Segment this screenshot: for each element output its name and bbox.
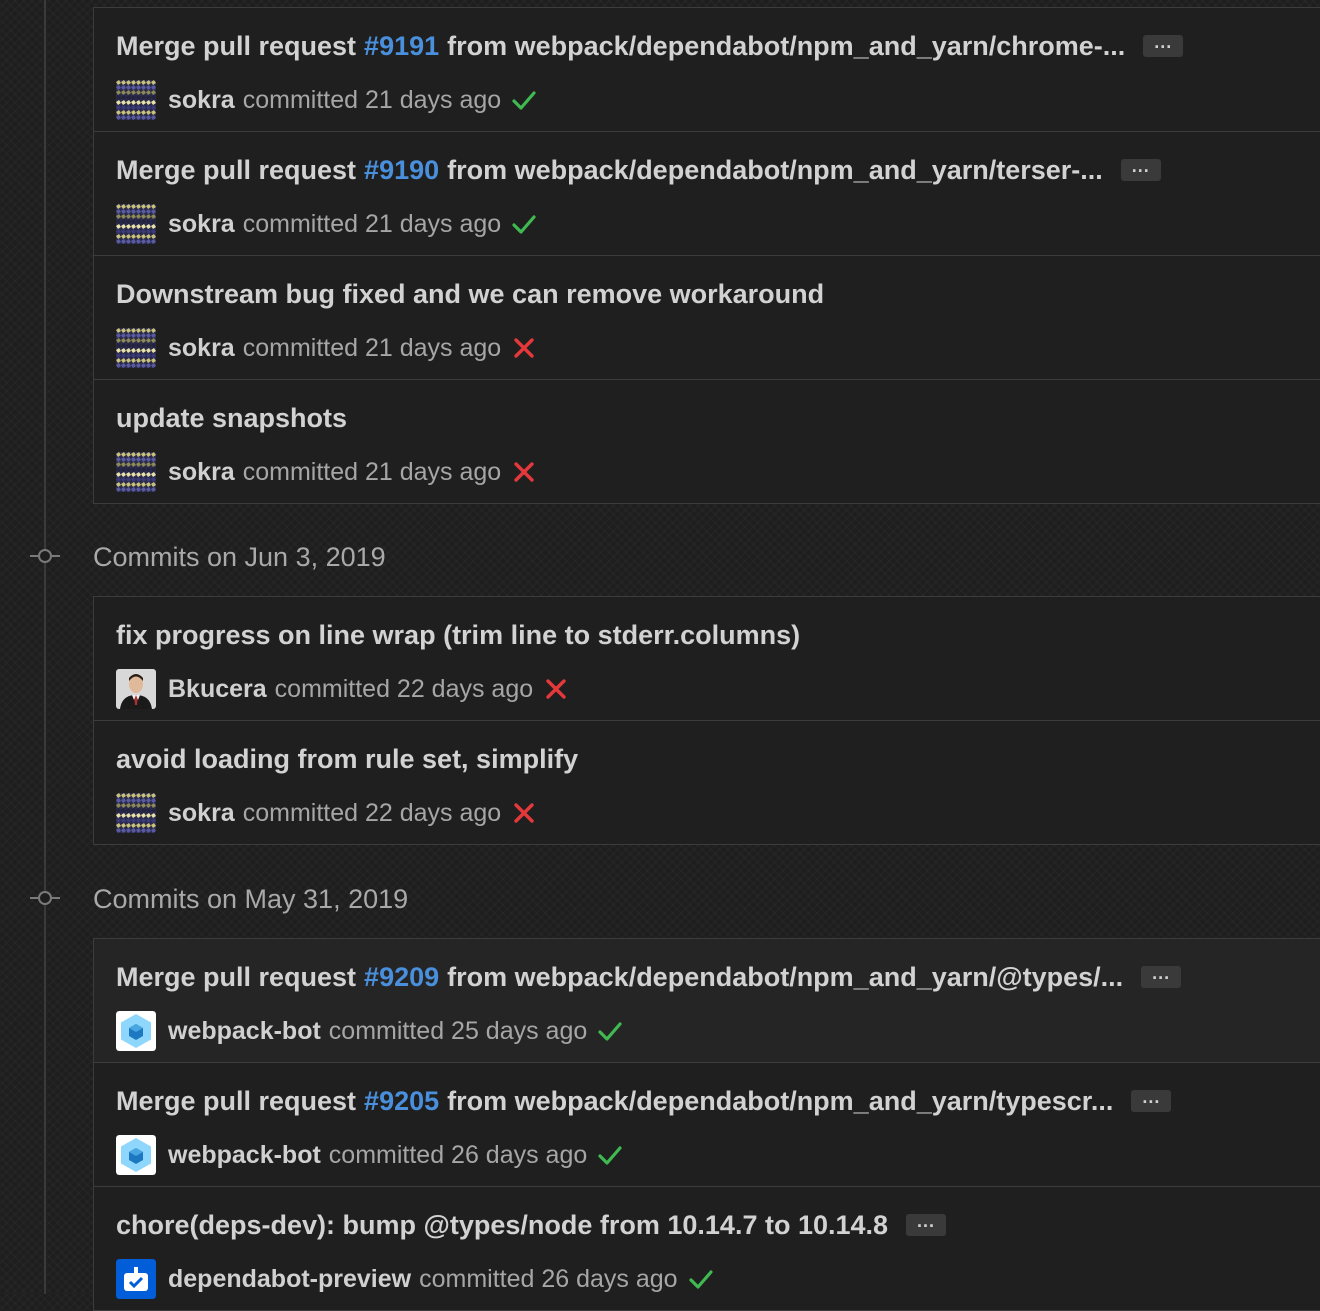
expand-message-button[interactable]: ... <box>906 1212 947 1236</box>
commit-time: committed 21 days ago <box>242 85 502 114</box>
commit-author-link[interactable]: sokra <box>168 334 235 363</box>
commit-author-link[interactable]: sokra <box>168 86 235 115</box>
pull-request-link[interactable]: #9209 <box>364 962 439 993</box>
check-icon[interactable] <box>597 1142 623 1168</box>
commit-author-link[interactable]: webpack-bot <box>168 1141 321 1170</box>
commit-message-link[interactable]: chore(deps-dev): bump @types/node from 1… <box>116 1210 888 1241</box>
commit-item: Merge pull request #9205 from webpack/depe… <box>94 1062 1320 1186</box>
check-icon[interactable] <box>511 87 537 113</box>
pull-request-link[interactable]: #9191 <box>364 31 439 62</box>
commit-item: update snapshots sokra committed 21 days a… <box>94 379 1320 503</box>
commit-author-link[interactable]: Bkucera <box>168 675 267 704</box>
commit-time: committed 21 days ago <box>242 457 502 486</box>
commit-title: Merge pull request #9191 from webpack/depe… <box>116 28 1184 64</box>
commit-title: update snapshots <box>116 400 347 436</box>
commit-title: chore(deps-dev): bump @types/node from 1… <box>116 1207 947 1243</box>
commit-message-link[interactable]: Merge pull request <box>116 31 356 62</box>
avatar[interactable] <box>116 452 156 492</box>
commit-meta: webpack-bot committed 25 days ago <box>116 1011 623 1051</box>
avatar[interactable] <box>116 1259 156 1299</box>
avatar[interactable] <box>116 1135 156 1175</box>
commit-title: avoid loading from rule set, simplify <box>116 741 578 777</box>
commit-message-link[interactable]: Merge pull request <box>116 155 356 186</box>
commit-group-date: Commits on Jun 3, 2019 <box>93 542 386 572</box>
x-icon[interactable] <box>511 335 537 361</box>
commit-list: Merge pull request #9209 from webpack/depe… <box>93 938 1320 1311</box>
commit-meta: sokra committed 21 days ago <box>116 80 537 120</box>
avatar[interactable] <box>116 80 156 120</box>
commit-message-rest[interactable]: from webpack/dependabot/npm_and_yarn/@ty… <box>447 962 1123 993</box>
commit-meta: sokra committed 21 days ago <box>116 328 537 368</box>
commit-message-link[interactable]: avoid loading from rule set, simplify <box>116 744 578 775</box>
commit-meta: sokra committed 22 days ago <box>116 793 537 833</box>
commit-message-link[interactable]: Merge pull request <box>116 962 356 993</box>
expand-message-button[interactable]: ... <box>1143 33 1184 57</box>
x-icon[interactable] <box>511 459 537 485</box>
commit-author-link[interactable]: sokra <box>168 210 235 239</box>
commit-meta: sokra committed 21 days ago <box>116 452 537 492</box>
commit-author-link[interactable]: sokra <box>168 799 235 828</box>
commit-meta: dependabot-preview committed 26 days ago <box>116 1259 714 1299</box>
avatar[interactable] <box>116 1011 156 1051</box>
expand-message-button[interactable]: ... <box>1120 157 1161 181</box>
commit-time: committed 26 days ago <box>328 1140 588 1169</box>
commit-time: committed 22 days ago <box>242 798 502 827</box>
expand-message-button[interactable]: ... <box>1141 964 1182 988</box>
commit-author-link[interactable]: dependabot-preview <box>168 1265 411 1294</box>
commit-item: avoid loading from rule set, simplify sok… <box>94 720 1320 844</box>
commit-list: Merge pull request #9191 from webpack/depe… <box>93 7 1320 504</box>
commit-list: fix progress on line wrap (trim line to … <box>93 596 1320 845</box>
commit-timeline <box>44 0 46 1294</box>
commit-meta: webpack-bot committed 26 days ago <box>116 1135 623 1175</box>
commit-group-header: Commits on May 31, 2019 <box>0 878 1320 918</box>
commit-message-rest[interactable]: from webpack/dependabot/npm_and_yarn/ter… <box>447 155 1103 186</box>
commit-author-link[interactable]: webpack-bot <box>168 1017 321 1046</box>
commit-group-header: Commits on Jun 3, 2019 <box>0 536 1320 576</box>
commit-title: Merge pull request #9190 from webpack/depe… <box>116 152 1161 188</box>
commit-item: Downstream bug fixed and we can remove w… <box>94 255 1320 379</box>
commit-title: Merge pull request #9205 from webpack/depe… <box>116 1083 1172 1119</box>
git-commit-icon <box>30 890 60 906</box>
commit-item: Merge pull request #9191 from webpack/depe… <box>94 8 1320 131</box>
x-icon[interactable] <box>543 676 569 702</box>
commit-time: committed 25 days ago <box>328 1016 588 1045</box>
commit-message-rest[interactable]: from webpack/dependabot/npm_and_yarn/typ… <box>447 1086 1113 1117</box>
commit-message-link[interactable]: Downstream bug fixed and we can remove w… <box>116 279 824 310</box>
avatar[interactable] <box>116 669 156 709</box>
commit-author-link[interactable]: sokra <box>168 458 235 487</box>
avatar[interactable] <box>116 204 156 244</box>
commit-time: committed 21 days ago <box>242 209 502 238</box>
commit-message-link[interactable]: update snapshots <box>116 403 347 434</box>
commit-message-link[interactable]: fix progress on line wrap (trim line to … <box>116 620 800 651</box>
commit-item: fix progress on line wrap (trim line to … <box>94 597 1320 720</box>
check-icon[interactable] <box>688 1266 714 1292</box>
pull-request-link[interactable]: #9190 <box>364 155 439 186</box>
commit-group-date: Commits on May 31, 2019 <box>93 884 409 914</box>
pull-request-link[interactable]: #9205 <box>364 1086 439 1117</box>
avatar[interactable] <box>116 793 156 833</box>
commit-meta: sokra committed 21 days ago <box>116 204 537 244</box>
commit-message-link[interactable]: Merge pull request <box>116 1086 356 1117</box>
commit-time: committed 26 days ago <box>419 1264 678 1293</box>
commit-title: Downstream bug fixed and we can remove w… <box>116 276 824 312</box>
commit-meta: Bkucera committed 22 days ago <box>116 669 569 709</box>
commit-time: committed 21 days ago <box>242 333 502 362</box>
commit-title: Merge pull request #9209 from webpack/depe… <box>116 959 1182 995</box>
x-icon[interactable] <box>511 800 537 826</box>
commit-item: Merge pull request #9190 from webpack/depe… <box>94 131 1320 255</box>
expand-message-button[interactable]: ... <box>1131 1088 1172 1112</box>
check-icon[interactable] <box>511 211 537 237</box>
commit-message-rest[interactable]: from webpack/dependabot/npm_and_yarn/chr… <box>447 31 1125 62</box>
commit-item: Merge pull request #9209 from webpack/depe… <box>94 939 1320 1062</box>
check-icon[interactable] <box>597 1018 623 1044</box>
avatar[interactable] <box>116 328 156 368</box>
commit-item: chore(deps-dev): bump @types/node from 1… <box>94 1186 1320 1310</box>
commit-title: fix progress on line wrap (trim line to … <box>116 617 800 653</box>
commit-time: committed 22 days ago <box>274 674 534 703</box>
git-commit-icon <box>30 548 60 564</box>
